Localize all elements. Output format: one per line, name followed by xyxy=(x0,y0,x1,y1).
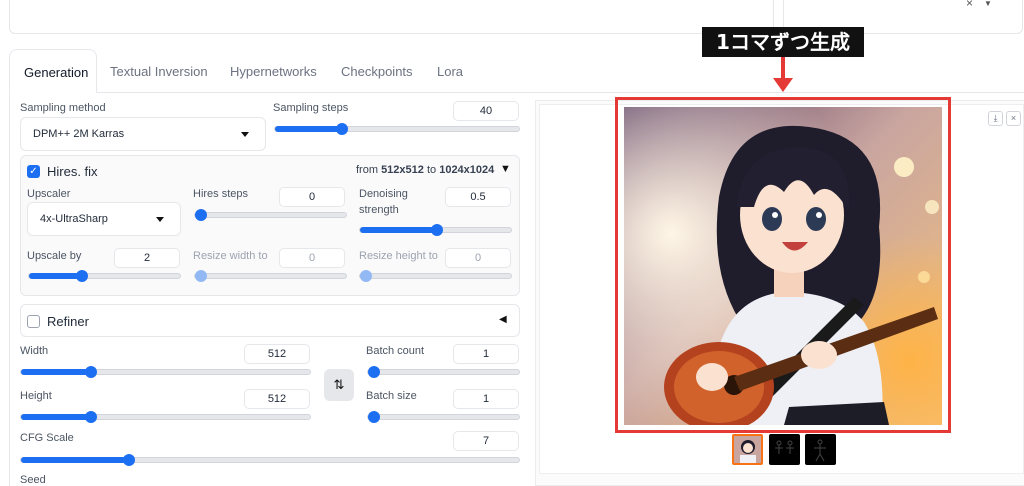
slider-fill xyxy=(21,414,91,420)
slider-handle[interactable] xyxy=(195,270,207,282)
height-label: Height xyxy=(20,390,52,402)
sampling-steps-label: Sampling steps xyxy=(273,102,349,114)
sampling-method-value: DPM++ 2M Karras xyxy=(33,128,125,140)
thumbnail-3[interactable] xyxy=(805,434,836,465)
clear-icon[interactable]: × xyxy=(966,0,973,10)
denoising-slider[interactable] xyxy=(359,224,512,236)
sampling-steps-input[interactable]: 40 xyxy=(453,101,519,121)
width-input[interactable]: 512 xyxy=(244,344,310,364)
slider-handle[interactable] xyxy=(123,454,135,466)
batch-count-input[interactable]: 1 xyxy=(453,344,519,364)
annotation-label: 1コマずつ生成 xyxy=(702,27,864,57)
denoising-input[interactable]: 0.5 xyxy=(445,187,511,207)
denoising-label: Denoising xyxy=(359,188,408,200)
from-text: from xyxy=(356,164,378,176)
hires-steps-label: Hires steps xyxy=(193,188,249,200)
resize-width-slider[interactable] xyxy=(194,270,347,282)
swap-dimensions-button[interactable]: ⇅ xyxy=(324,369,354,401)
annotation-arrow-icon xyxy=(773,78,793,92)
refiner-panel[interactable] xyxy=(20,304,520,337)
slider-fill xyxy=(29,273,82,279)
batch-size-label: Batch size xyxy=(366,390,417,402)
slider-handle[interactable] xyxy=(360,270,372,282)
annotation-arrow-line xyxy=(781,57,785,80)
refiner-label: Refiner xyxy=(47,314,89,329)
seed-label: Seed xyxy=(20,474,46,486)
hires-steps-input[interactable]: 0 xyxy=(279,187,345,207)
to-value: 1024x1024 xyxy=(439,164,495,176)
sampling-method-select[interactable]: DPM++ 2M Karras xyxy=(20,117,266,151)
close-icon[interactable]: × xyxy=(1006,111,1021,126)
upscaler-select[interactable]: 4x-UltraSharp xyxy=(27,202,181,236)
cfg-scale-input[interactable]: 7 xyxy=(453,431,519,451)
tab-lora[interactable]: Lora xyxy=(437,64,463,79)
resize-width-label: Resize width to xyxy=(193,250,268,262)
batch-size-slider[interactable] xyxy=(367,411,520,423)
thumbnail-2[interactable] xyxy=(769,434,800,465)
upscaler-value: 4x-UltraSharp xyxy=(40,213,108,225)
tab-checkpoints[interactable]: Checkpoints xyxy=(341,64,413,79)
batch-size-input[interactable]: 1 xyxy=(453,389,519,409)
hires-fix-checkbox[interactable]: ✓ xyxy=(27,165,40,178)
annotation-highlight-frame xyxy=(615,97,951,433)
height-input[interactable]: 512 xyxy=(244,389,310,409)
slider-handle[interactable] xyxy=(195,209,207,221)
thumbnail-image xyxy=(734,436,761,463)
download-icon[interactable]: ⤓ xyxy=(988,111,1003,126)
cfg-scale-slider[interactable] xyxy=(20,454,520,466)
dropdown-arrow-icon xyxy=(241,132,249,137)
chevron-down-icon[interactable]: ▼ xyxy=(984,0,992,8)
resize-height-input[interactable]: 0 xyxy=(445,248,511,268)
tab-generation[interactable]: Generation xyxy=(9,49,97,93)
upscaler-label: Upscaler xyxy=(27,188,71,200)
collapse-icon[interactable]: ▼ xyxy=(500,163,511,175)
tab-textual-inversion[interactable]: Textual Inversion xyxy=(110,64,208,79)
to-text: to xyxy=(426,164,437,176)
thumbnail-1[interactable] xyxy=(732,434,763,465)
upscale-by-label: Upscale by xyxy=(27,250,82,262)
cfg-scale-label: CFG Scale xyxy=(20,432,74,444)
slider-handle[interactable] xyxy=(85,411,97,423)
upscale-by-input[interactable]: 2 xyxy=(114,248,180,268)
slider-fill xyxy=(360,227,437,233)
slider-handle[interactable] xyxy=(336,123,348,135)
slider-handle[interactable] xyxy=(76,270,88,282)
sampling-method-label: Sampling method xyxy=(20,102,106,114)
refiner-checkbox[interactable] xyxy=(27,315,40,328)
batch-count-label: Batch count xyxy=(366,345,425,357)
width-label: Width xyxy=(20,345,49,357)
hires-steps-slider[interactable] xyxy=(194,209,347,221)
slider-fill xyxy=(275,126,342,132)
width-slider[interactable] xyxy=(20,366,311,378)
expand-icon[interactable]: ◀ xyxy=(499,314,507,325)
slider-handle[interactable] xyxy=(431,224,443,236)
slider-fill xyxy=(21,369,91,375)
resize-width-input[interactable]: 0 xyxy=(279,248,345,268)
slider-fill xyxy=(21,457,129,463)
hires-fix-label: Hires. fix xyxy=(47,164,98,179)
batch-count-slider[interactable] xyxy=(367,366,520,378)
slider-handle[interactable] xyxy=(85,366,97,378)
thumbnail-image xyxy=(814,439,826,462)
resize-height-slider[interactable] xyxy=(359,270,512,282)
resize-height-label: Resize height to xyxy=(359,250,438,262)
slider-handle[interactable] xyxy=(368,366,380,378)
upscale-by-slider[interactable] xyxy=(28,270,181,282)
sampling-steps-slider[interactable] xyxy=(274,123,520,135)
denoising-label-2: strength xyxy=(359,204,399,216)
prompt-area[interactable] xyxy=(9,0,774,34)
height-slider[interactable] xyxy=(20,411,311,423)
from-value: 512x512 xyxy=(381,164,424,176)
hires-size-info: from 512x512 to 1024x1024 xyxy=(356,164,494,176)
tab-hypernetworks[interactable]: Hypernetworks xyxy=(230,64,317,79)
thumbnail-image xyxy=(775,440,794,454)
slider-handle[interactable] xyxy=(368,411,380,423)
dropdown-arrow-icon xyxy=(156,217,164,222)
